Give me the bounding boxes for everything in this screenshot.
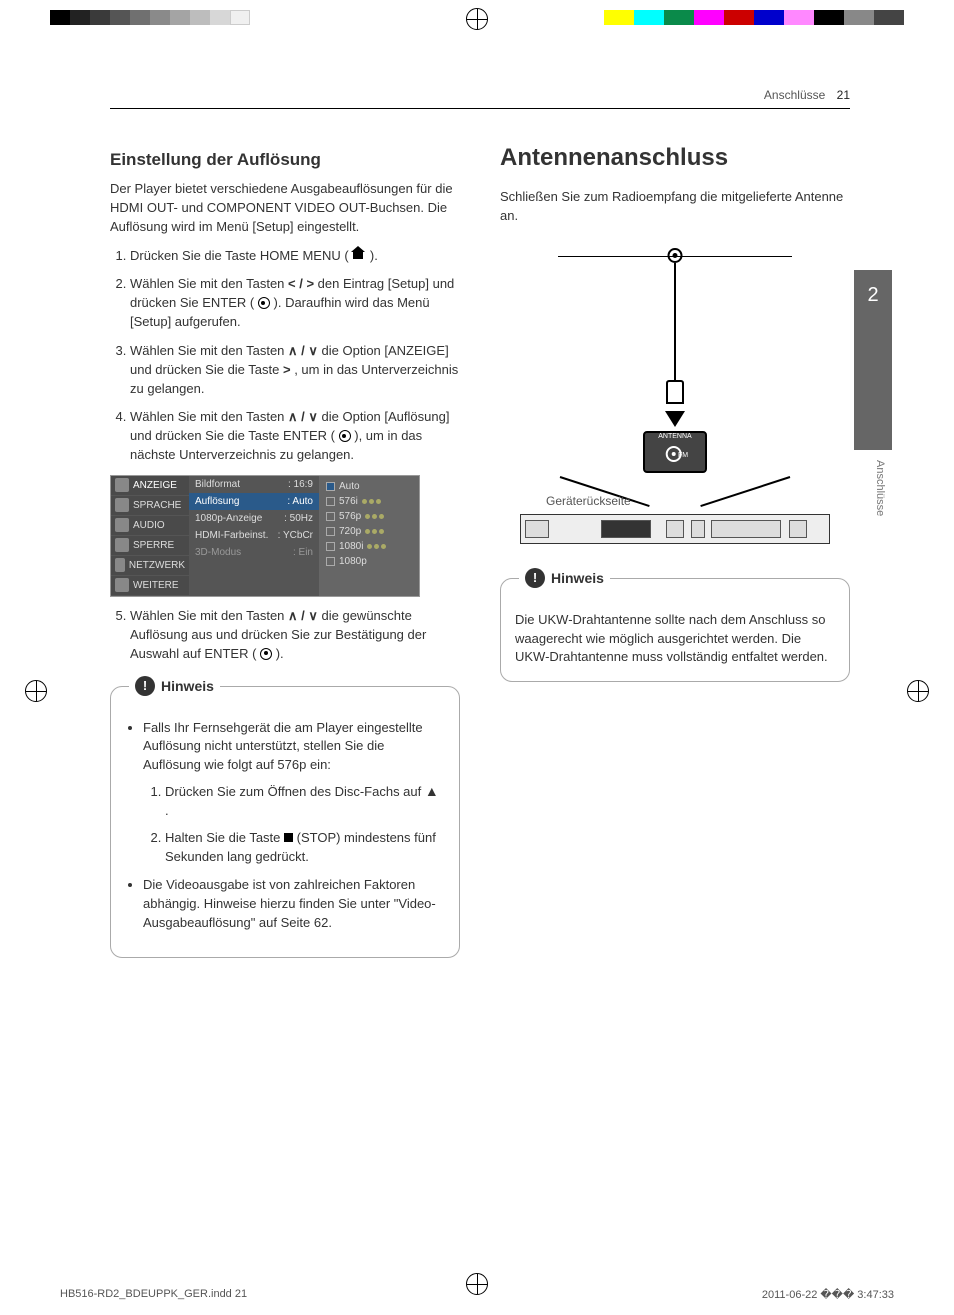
antenna-plug-icon bbox=[666, 380, 684, 404]
display-icon bbox=[115, 478, 129, 492]
steps-list-cont: Wählen Sie mit den Tasten ∧ / ∨ die gewü… bbox=[110, 607, 460, 664]
left-column: Einstellung der Auflösung Der Player bie… bbox=[110, 140, 460, 1190]
note-bullet-2: Die Videoausgabe ist von zahlreichen Fak… bbox=[143, 876, 445, 933]
page-number: 21 bbox=[837, 88, 850, 102]
language-icon bbox=[115, 498, 129, 512]
subheading-resolution: Einstellung der Auflösung bbox=[110, 150, 460, 170]
section-name: Anschlüsse bbox=[764, 88, 825, 102]
step-1: Drücken Sie die Taste HOME MENU ( ). bbox=[130, 247, 460, 266]
callout-line-icon bbox=[700, 476, 790, 507]
up-down-icon: ∧ / ∨ bbox=[288, 608, 318, 623]
enter-icon bbox=[258, 297, 270, 309]
network-icon bbox=[115, 558, 125, 572]
right-column: Antennenanschluss Schließen Sie zum Radi… bbox=[500, 140, 850, 1190]
osd-screenshot: ANZEIGE SPRACHE AUDIO SPERRE NETZWERK WE… bbox=[110, 475, 420, 597]
audio-icon bbox=[115, 518, 129, 532]
antenna-wire-icon bbox=[558, 256, 678, 257]
note-text: Die UKW-Drahtantenne sollte nach dem Ans… bbox=[515, 611, 835, 668]
note-substep-1: Drücken Sie zum Öffnen des Disc-Fachs au… bbox=[165, 781, 445, 821]
step-4: Wählen Sie mit den Tasten ∧ / ∨ die Opti… bbox=[130, 408, 460, 465]
osd-options: Auto 576i 576p 720p 1080i 1080p bbox=[319, 476, 419, 596]
registration-mark-icon bbox=[907, 680, 929, 702]
step-2: Wählen Sie mit den Tasten < / > den Eint… bbox=[130, 275, 460, 332]
antenna-intro: Schließen Sie zum Radioempfang die mitge… bbox=[500, 188, 850, 226]
stop-icon bbox=[284, 833, 293, 842]
note-title: Hinweis bbox=[161, 678, 214, 694]
chapter-tab: 2 bbox=[854, 270, 892, 450]
note-bullet-1: Falls Ihr Fernsehgerät die am Player ein… bbox=[143, 719, 445, 867]
enter-icon bbox=[339, 430, 351, 442]
footer-timestamp: 2011-06-22 ��� 3:47:33 bbox=[762, 1288, 894, 1301]
print-footer: HB516-RD2_BDEUPPK_GER.indd 21 2011-06-22… bbox=[60, 1288, 894, 1301]
registration-mark-icon bbox=[466, 8, 488, 30]
registration-mark-icon bbox=[25, 680, 47, 702]
others-icon bbox=[115, 578, 129, 592]
note-box-right: ! Hinweis Die UKW-Drahtantenne sollte na… bbox=[500, 578, 850, 683]
note-title: Hinweis bbox=[551, 570, 604, 586]
grayscale-blocks bbox=[50, 10, 250, 30]
right-icon: > bbox=[283, 362, 291, 377]
osd-menu: ANZEIGE SPRACHE AUDIO SPERRE NETZWERK WE… bbox=[111, 476, 189, 596]
page-content: Anschlüsse 21 2 Anschlüsse Einstellung d… bbox=[110, 80, 850, 1230]
header-rule bbox=[110, 108, 850, 109]
osd-settings: Bildformat: 16:9 Auflösung: Auto 1080p-A… bbox=[189, 476, 319, 596]
antenna-wire-icon bbox=[672, 256, 792, 257]
step-3: Wählen Sie mit den Tasten ∧ / ∨ die Opti… bbox=[130, 342, 460, 399]
jack-label: ANTENNA bbox=[647, 433, 703, 440]
arrow-down-icon bbox=[665, 411, 685, 427]
up-down-icon: ∧ / ∨ bbox=[288, 343, 318, 358]
antenna-cable-icon bbox=[674, 263, 676, 381]
heading-antenna: Antennenanschluss bbox=[500, 144, 850, 172]
note-badge: ! Hinweis bbox=[519, 568, 610, 588]
eject-icon: ▲ bbox=[425, 783, 439, 799]
antenna-figure: ANTENNA FM Geräterückseite bbox=[500, 236, 850, 556]
home-icon bbox=[352, 248, 366, 260]
info-icon: ! bbox=[525, 568, 545, 588]
note-badge: ! Hinweis bbox=[129, 676, 220, 696]
running-header: Anschlüsse 21 bbox=[764, 88, 850, 102]
left-right-icon: < / > bbox=[288, 276, 314, 291]
rear-panel-label: Geräterückseite bbox=[546, 494, 631, 508]
fm-label: FM bbox=[678, 452, 688, 459]
info-icon: ! bbox=[135, 676, 155, 696]
up-down-icon: ∧ / ∨ bbox=[288, 409, 318, 424]
rear-panel-icon bbox=[520, 514, 830, 544]
footer-filename: HB516-RD2_BDEUPPK_GER.indd 21 bbox=[60, 1288, 247, 1301]
chapter-tab-label: Anschlüsse bbox=[874, 460, 886, 516]
intro-paragraph: Der Player bietet verschiedene Ausgabeau… bbox=[110, 180, 460, 237]
note-box-left: ! Hinweis Falls Ihr Fernsehgerät die am … bbox=[110, 686, 460, 958]
step-5: Wählen Sie mit den Tasten ∧ / ∨ die gewü… bbox=[130, 607, 460, 664]
chapter-number: 2 bbox=[867, 284, 878, 306]
cmyk-blocks bbox=[604, 10, 904, 30]
antenna-connector-icon bbox=[668, 248, 683, 263]
note-substep-2: Halten Sie die Taste (STOP) mindestens f… bbox=[165, 829, 445, 867]
enter-icon bbox=[260, 648, 272, 660]
steps-list: Drücken Sie die Taste HOME MENU ( ). Wäh… bbox=[110, 247, 460, 465]
lock-icon bbox=[115, 538, 129, 552]
